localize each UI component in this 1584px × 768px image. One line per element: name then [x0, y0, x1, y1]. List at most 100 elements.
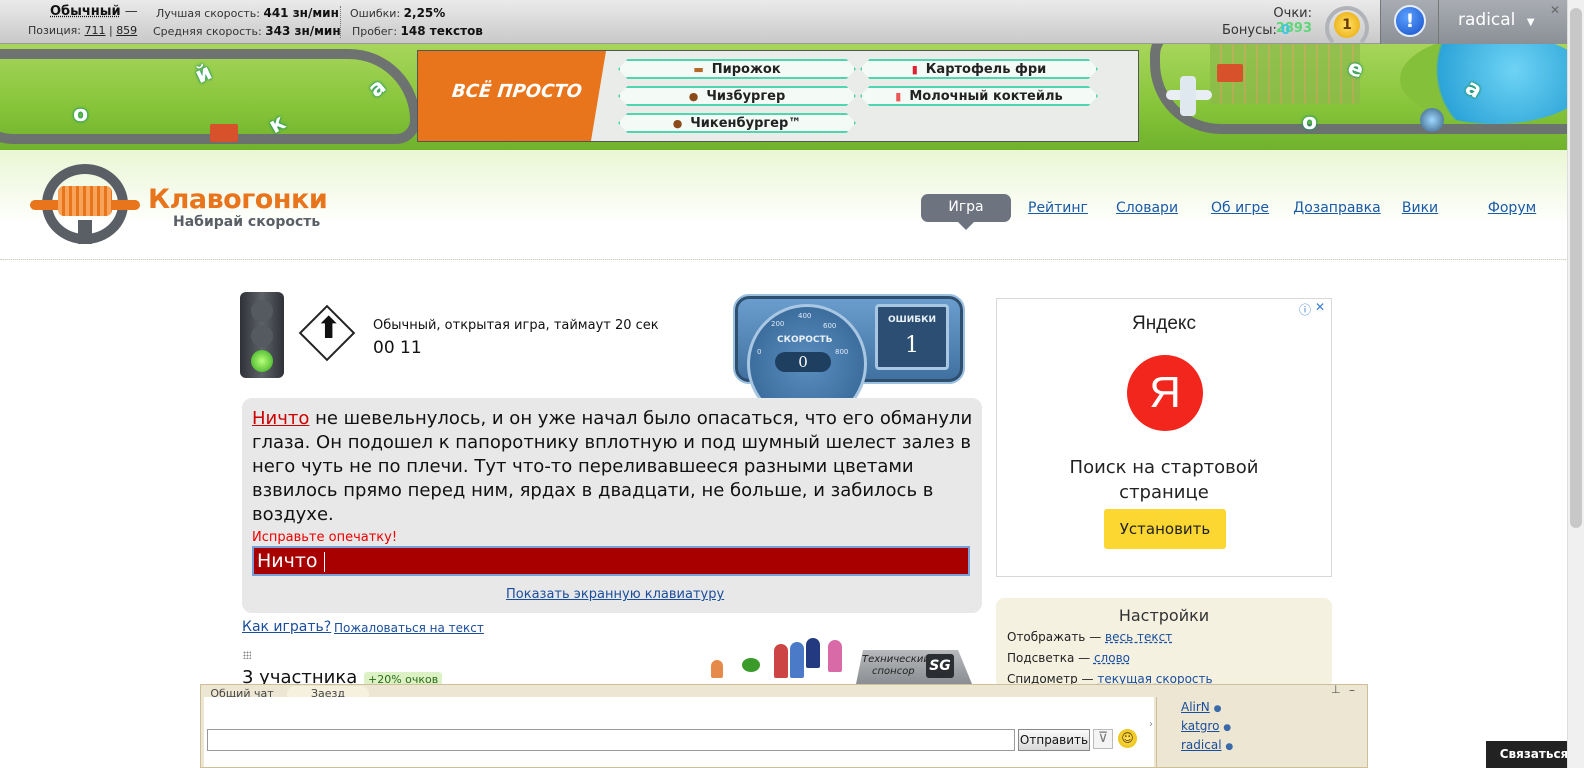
- food-ad-banner[interactable]: ВСЁ ПРОСТО ▬ Пирожок ▮ Картофель фри ● Чизб…: [417, 50, 1139, 142]
- chat-user[interactable]: katgro ●: [1181, 718, 1233, 737]
- drag-handle-icon[interactable]: [243, 651, 251, 659]
- mileage-stat: Пробег: 148 текстов: [352, 24, 483, 38]
- top-stats-bar: Обычный — Позиция: 711 | 859 Лучшая скор…: [0, 0, 1584, 50]
- chat-user-name[interactable]: katgro: [1181, 719, 1219, 733]
- ad-slogan: ВСЁ ПРОСТО: [450, 81, 583, 102]
- yandex-brand: Яндекс: [1132, 313, 1196, 334]
- how-to-play-link[interactable]: Как играть?: [242, 619, 331, 635]
- ad-close-icon[interactable]: ✕: [1315, 300, 1325, 314]
- settings-panel: Настройки Отображать — весь текст Подсве…: [996, 598, 1332, 688]
- fix-typo-message: Исправьте опечатку!: [252, 530, 398, 545]
- text-caret: [323, 551, 325, 572]
- notification-icon[interactable]: !: [1394, 5, 1426, 37]
- arrow-up-icon: ⬆: [316, 311, 342, 346]
- info-icon[interactable]: ●: [1214, 704, 1222, 714]
- mode-block: Обычный —: [50, 4, 138, 19]
- sponsor-text-2: спонсор: [872, 666, 915, 677]
- position-link-a[interactable]: 711: [84, 24, 105, 37]
- logo-title[interactable]: Клавогонки: [148, 184, 328, 215]
- avg-speed: Средняя скорость: 343 зн/мин: [153, 24, 341, 38]
- userlist-toggle-icon[interactable]: ›: [1149, 719, 1153, 730]
- chat-user[interactable]: AlirN ●: [1181, 699, 1233, 718]
- filter-icon[interactable]: ⊽: [1093, 729, 1113, 749]
- nav-rating[interactable]: Рейтинг: [1028, 200, 1088, 216]
- ad-item[interactable]: ▬ Пирожок: [618, 59, 856, 79]
- chat-divider: [1156, 697, 1157, 767]
- track-letter: о: [73, 102, 89, 127]
- chat-pin-icon[interactable]: ⊥: [1331, 683, 1341, 696]
- ad-item[interactable]: ● Чикенбургер™: [618, 113, 856, 133]
- yandex-ad-text: Поиск на стартовой странице: [1069, 457, 1259, 503]
- nav-game[interactable]: Игра: [921, 194, 1011, 222]
- nav-active-pointer: [958, 222, 974, 230]
- smiley-icon[interactable]: ☺: [1118, 729, 1137, 748]
- scrollbar[interactable]: [1567, 0, 1584, 768]
- plane-icon: [1160, 72, 1218, 120]
- level-icon: 1: [1334, 12, 1360, 38]
- settings-highlight-value[interactable]: слово: [1094, 651, 1130, 665]
- game-description: Обычный, открытая игра, таймаут 20 сек: [373, 318, 659, 333]
- username: radical: [1458, 10, 1516, 30]
- send-button[interactable]: Отправить: [1018, 729, 1090, 751]
- complain-link[interactable]: Пожаловаться на текст: [334, 621, 484, 635]
- username-menu[interactable]: radical ▼: [1458, 10, 1535, 30]
- ad-item-label: Чикенбургер™: [690, 115, 802, 131]
- chat-input[interactable]: [207, 729, 1015, 751]
- race-text-error-word: Ничто: [252, 408, 310, 429]
- nav-refuel[interactable]: Дозаправка: [1287, 200, 1387, 216]
- ad-item-label: Картофель фри: [925, 61, 1047, 77]
- bonus-value: 0: [1281, 23, 1291, 38]
- logo-icon[interactable]: [30, 160, 140, 248]
- food-icon: ●: [688, 89, 699, 103]
- car-icon: [210, 124, 238, 142]
- info-icon[interactable]: ●: [1225, 742, 1233, 752]
- nav-about[interactable]: Об игре: [1207, 200, 1273, 216]
- errors-panel-value: 1: [905, 333, 919, 358]
- yandex-logo-icon: Я: [1127, 355, 1203, 431]
- chat-user[interactable]: radical ●: [1181, 737, 1233, 756]
- chat-user-name[interactable]: radical: [1181, 738, 1222, 752]
- avg-speed-value: 343 зн/мин: [265, 24, 341, 38]
- settings-display-value[interactable]: весь текст: [1105, 630, 1172, 644]
- speed-label: СКОРОСТЬ: [777, 335, 833, 345]
- speedometer-panel: 0 200 400 600 800 СКОРОСТЬ 0 ОШИБКИ 1: [733, 294, 965, 424]
- sponsor-plate[interactable]: Технический спонсор SG: [856, 650, 972, 684]
- install-button[interactable]: Установить: [1104, 509, 1226, 549]
- ad-item[interactable]: ▮ Молочный коктейль: [860, 86, 1098, 106]
- car-icon: [1217, 64, 1243, 82]
- mode-name[interactable]: Обычный: [50, 4, 121, 19]
- chat-user-name[interactable]: AlirN: [1181, 700, 1210, 714]
- close-icon[interactable]: ✕: [1550, 3, 1560, 17]
- speed-tick: 400: [798, 312, 812, 320]
- avg-speed-label: Средняя скорость:: [153, 25, 262, 38]
- speed-value: 0: [775, 352, 831, 372]
- ad-item-label: Пирожок: [711, 61, 781, 77]
- yandex-ad[interactable]: ⓘ ✕ Яндекс Я Поиск на стартовой странице…: [996, 298, 1332, 577]
- nav-wiki[interactable]: Вики: [1400, 200, 1440, 216]
- nav-dictionaries[interactable]: Словари: [1115, 200, 1179, 216]
- typing-input[interactable]: Ничто: [252, 546, 970, 576]
- level-badge[interactable]: 1: [1323, 4, 1371, 50]
- speed-tick: 0: [757, 348, 762, 356]
- chat-minimize-icon[interactable]: –: [1349, 683, 1355, 697]
- best-speed: Лучшая скорость: 441 зн/мин: [156, 6, 339, 20]
- position-block: Позиция: 711 | 859: [28, 24, 137, 37]
- ad-item-label: Молочный коктейль: [909, 88, 1063, 104]
- info-icon[interactable]: ●: [1223, 723, 1231, 733]
- position-separator: |: [108, 24, 113, 37]
- position-link-b[interactable]: 859: [116, 24, 137, 37]
- ad-item[interactable]: ▮ Картофель фри: [860, 59, 1098, 79]
- speed-tick: 800: [835, 348, 849, 356]
- settings-row: Отображать — весь текст: [1007, 630, 1172, 644]
- green-light-icon: [251, 350, 273, 372]
- food-icon: ●: [672, 116, 683, 130]
- settings-row-label: Отображать —: [1007, 630, 1102, 644]
- site-header: Клавогонки Набирай скорость Игра Рейтинг…: [0, 150, 1584, 260]
- show-keyboard-link[interactable]: Показать экранную клавиатуру: [506, 587, 724, 602]
- bonus-label: Бонусы:: [1222, 23, 1277, 38]
- nav-forum[interactable]: Форум: [1485, 200, 1539, 216]
- errors-label: Ошибки:: [350, 7, 401, 20]
- scrollbar-thumb[interactable]: [1570, 8, 1582, 528]
- speed-tick: 600: [823, 322, 837, 330]
- ad-item[interactable]: ● Чизбургер: [618, 86, 856, 106]
